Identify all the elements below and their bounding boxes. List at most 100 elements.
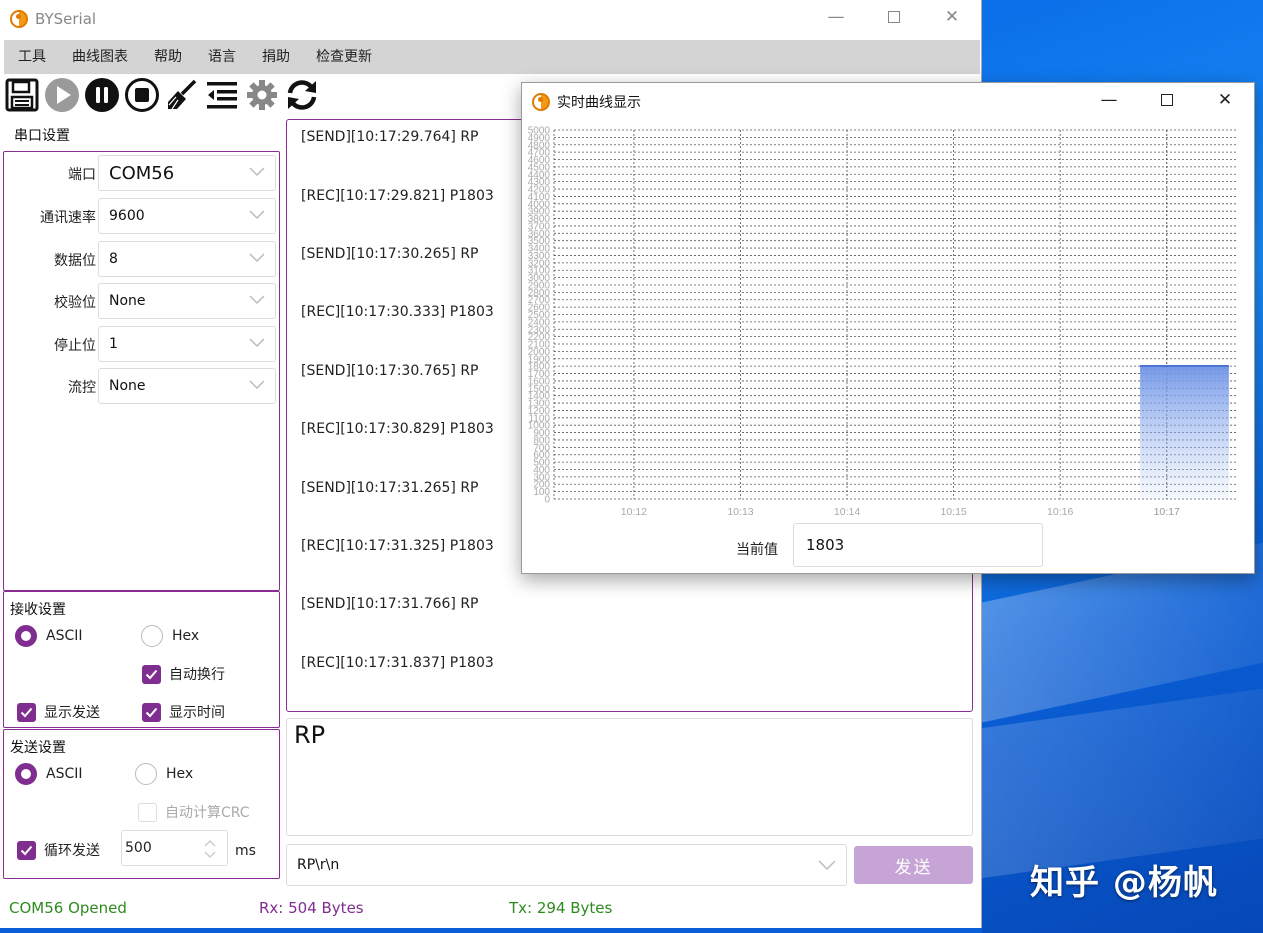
spin-arrows-icon xyxy=(204,839,216,859)
send-input[interactable]: RP xyxy=(286,718,973,836)
x-tick-label: 10:12 xyxy=(621,506,647,518)
autowrap-checkbox[interactable]: 自动换行 xyxy=(142,664,225,684)
gear-icon xyxy=(247,80,277,110)
stop-icon xyxy=(125,78,159,112)
checkmark-icon xyxy=(17,702,36,722)
refresh-button[interactable] xyxy=(284,77,320,113)
loop-interval-value: 500 xyxy=(125,840,152,856)
chevron-down-icon xyxy=(249,338,265,348)
stopbits-value: 1 xyxy=(109,336,118,352)
format-list-button[interactable] xyxy=(204,77,240,113)
receive-ascii-radio[interactable]: ASCII xyxy=(15,625,83,647)
menu-language[interactable]: 语言 xyxy=(195,40,249,74)
log-line: [REC][10:17:30.333] P1803 xyxy=(301,304,494,320)
menu-donate[interactable]: 捐助 xyxy=(249,40,303,74)
flowcontrol-select[interactable]: None xyxy=(98,368,276,404)
x-tick-label: 10:13 xyxy=(727,506,753,518)
parity-label: 校验位 xyxy=(54,295,96,311)
chevron-down-icon xyxy=(249,380,265,390)
receive-hex-label: Hex xyxy=(172,628,200,644)
toolbar xyxy=(4,77,320,115)
send-history-select[interactable]: RP\r\n xyxy=(286,844,847,886)
settings-button[interactable] xyxy=(244,77,280,113)
x-tick-label: 10:15 xyxy=(940,506,966,518)
send-settings-title: 发送设置 xyxy=(10,740,66,756)
pause-button[interactable] xyxy=(84,77,120,113)
loop-interval-spinbox[interactable]: 500 xyxy=(121,830,228,866)
play-button[interactable] xyxy=(44,77,80,113)
port-select[interactable]: COM56 xyxy=(98,155,276,191)
parity-select[interactable]: None xyxy=(98,283,276,319)
baud-select[interactable]: 9600 xyxy=(98,198,276,234)
list-icon xyxy=(207,82,237,109)
loop-send-checkbox[interactable]: 循环发送 xyxy=(17,840,100,860)
status-tx: Tx: 294 Bytes xyxy=(509,899,613,917)
chevron-down-icon xyxy=(249,210,265,220)
refresh-icon xyxy=(287,80,317,110)
y-tick-label: 5000 xyxy=(528,126,551,137)
minimize-button[interactable]: — xyxy=(807,0,865,34)
auto-crc-checkbox[interactable]: 自动计算CRC xyxy=(138,802,250,822)
log-line: [SEND][10:17:30.265] RP xyxy=(301,246,479,262)
maximize-button[interactable] xyxy=(865,0,923,34)
checkmark-icon xyxy=(17,840,36,860)
title-bar[interactable]: BYSerial — ✕ xyxy=(0,0,981,38)
stopbits-label: 停止位 xyxy=(54,338,96,354)
status-port: COM56 Opened xyxy=(9,899,127,917)
chevron-down-icon xyxy=(249,253,265,263)
radio-selected-icon xyxy=(15,763,37,785)
port-label: 端口 xyxy=(68,167,96,183)
send-ascii-label: ASCII xyxy=(46,766,83,782)
baud-value: 9600 xyxy=(109,208,145,224)
menu-help[interactable]: 帮助 xyxy=(141,40,195,74)
show-time-checkbox[interactable]: 显示时间 xyxy=(142,702,225,722)
receive-settings-title: 接收设置 xyxy=(10,602,66,618)
receive-hex-radio[interactable]: Hex xyxy=(141,625,199,647)
databits-value: 8 xyxy=(109,251,118,267)
chart-maximize-button[interactable] xyxy=(1138,83,1196,117)
chart-title-bar[interactable]: 实时曲线显示 — ✕ xyxy=(522,83,1254,121)
log-line: [SEND][10:17:29.764] RP xyxy=(301,129,479,145)
watermark: 知乎 @杨帆 xyxy=(1030,863,1218,903)
interval-unit-label: ms xyxy=(235,843,256,859)
show-send-checkbox[interactable]: 显示发送 xyxy=(17,702,100,722)
x-tick-label: 10:16 xyxy=(1047,506,1073,518)
chart-minimize-button[interactable]: — xyxy=(1080,83,1138,117)
stop-button[interactable] xyxy=(124,77,160,113)
baud-label: 通讯速率 xyxy=(40,210,96,226)
flowcontrol-value: None xyxy=(109,378,146,394)
parity-value: None xyxy=(109,293,146,309)
log-line: [SEND][10:17:31.265] RP xyxy=(301,480,479,496)
realtime-chart: 0100200300400500600700800900100011001200… xyxy=(528,126,1236,518)
log-line: [REC][10:17:29.821] P1803 xyxy=(301,188,494,204)
menu-bar: 工具 曲线图表 帮助 语言 捐助 检查更新 xyxy=(4,40,980,74)
minimize-icon: — xyxy=(827,7,845,27)
close-icon: ✕ xyxy=(944,7,960,27)
current-value-field[interactable]: 1803 xyxy=(793,523,1043,567)
send-hex-label: Hex xyxy=(166,766,194,782)
chart-window: 实时曲线显示 — ✕ 0 100 200 300 400 500 600 700 800 900 1… xyxy=(521,82,1255,574)
x-tick-label: 10:17 xyxy=(1154,506,1180,518)
send-hex-radio[interactable]: Hex xyxy=(135,763,193,785)
stopbits-select[interactable]: 1 xyxy=(98,326,276,362)
radio-selected-icon xyxy=(15,625,37,647)
current-value-text: 1803 xyxy=(806,536,845,554)
close-button[interactable]: ✕ xyxy=(923,0,981,34)
databits-select[interactable]: 8 xyxy=(98,241,276,277)
send-button[interactable]: 发送 xyxy=(854,846,973,884)
save-icon xyxy=(5,78,39,112)
send-ascii-radio[interactable]: ASCII xyxy=(15,763,83,785)
menu-check-update[interactable]: 检查更新 xyxy=(303,40,385,74)
serial-settings-group: 端口 COM56 通讯速率 9600 数据位 8 校验位 None 停止位 1 … xyxy=(3,151,280,591)
save-button[interactable] xyxy=(4,77,40,113)
radio-unselected-icon xyxy=(135,763,157,785)
chart-close-button[interactable]: ✕ xyxy=(1196,83,1254,117)
databits-label: 数据位 xyxy=(54,253,96,269)
menu-tools[interactable]: 工具 xyxy=(4,40,59,74)
port-value: COM56 xyxy=(109,162,175,184)
clear-brush-icon xyxy=(168,79,197,110)
chevron-down-icon xyxy=(818,860,836,871)
menu-chart[interactable]: 曲线图表 xyxy=(59,40,141,74)
receive-ascii-label: ASCII xyxy=(46,628,83,644)
clear-button[interactable] xyxy=(164,77,200,113)
